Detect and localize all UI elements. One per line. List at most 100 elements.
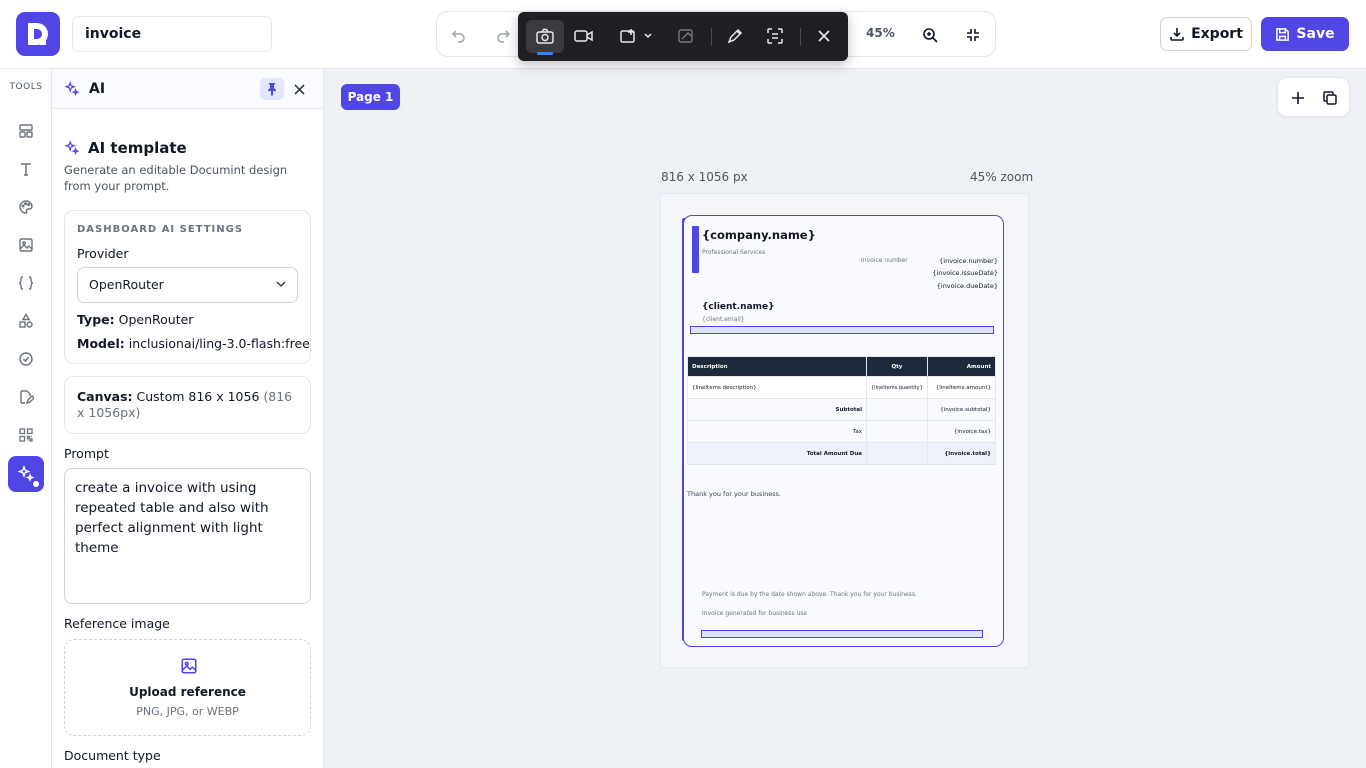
pin-panel-button[interactable] xyxy=(260,78,284,100)
panel-header: AI xyxy=(52,69,323,109)
table-header: Description xyxy=(687,356,867,377)
invoice-issue-date[interactable]: {invoice.issueDate} xyxy=(932,269,998,277)
tools-rail: TOOLS xyxy=(0,69,52,768)
ai-panel: AI AI template Generate an editable Docu… xyxy=(52,69,324,768)
panel-title: AI xyxy=(89,81,106,97)
table-row: Total Amount Due {invoice.total} xyxy=(687,442,997,465)
canvas-area: Page 1 816 x 1056 px 45% zoom {company.n… xyxy=(324,69,1366,768)
duplicate-page-icon[interactable] xyxy=(1322,90,1338,106)
template-sparkles-icon xyxy=(64,140,80,156)
zoom-level[interactable]: 45% xyxy=(866,26,895,40)
client-email[interactable]: {client.email} xyxy=(702,316,745,323)
download-icon xyxy=(1170,28,1184,41)
generated-note[interactable]: Invoice generated for business use xyxy=(702,610,807,617)
type-label: Type: xyxy=(77,312,115,327)
model-value: inclusionai/ling-3.0-flash:free xyxy=(128,336,310,351)
invoice-due-date[interactable]: {invoice.dueDate} xyxy=(937,282,998,290)
chevron-down-icon xyxy=(276,281,286,288)
tax-value: {invoice.tax} xyxy=(926,420,997,443)
subtotal-label: Subtotal xyxy=(687,398,867,421)
region-select-icon[interactable] xyxy=(618,24,654,48)
close-panel-button[interactable] xyxy=(290,80,308,98)
provider-value: OpenRouter xyxy=(89,277,164,292)
total-value: {invoice.total} xyxy=(926,442,997,465)
provider-select[interactable]: OpenRouter xyxy=(77,267,298,303)
video-record-icon[interactable] xyxy=(571,24,595,48)
close-icon xyxy=(293,83,305,95)
pen-icon[interactable] xyxy=(723,24,747,48)
undo-icon[interactable] xyxy=(449,25,469,45)
redo-icon[interactable] xyxy=(493,25,513,45)
shapes-icon[interactable] xyxy=(16,311,36,331)
total-label: Total Amount Due xyxy=(687,442,867,465)
canvas-label: Canvas: xyxy=(77,389,133,404)
table-cell: {lineItems.amount} xyxy=(926,376,997,399)
top-bar: invoice 45% Export Save xyxy=(0,0,1366,69)
document-page[interactable]: {company.name} Professional Services Inv… xyxy=(661,194,1028,667)
image-icon[interactable] xyxy=(16,235,36,255)
section-title: AI template xyxy=(88,139,187,157)
document-edit-icon[interactable] xyxy=(16,387,36,407)
footer-bar[interactable] xyxy=(701,630,983,638)
canvas-size-text: 816 x 1056 px xyxy=(661,170,748,184)
model-label: Model: xyxy=(77,336,125,351)
page-badge[interactable]: Page 1 xyxy=(341,84,400,110)
sparkles-icon xyxy=(17,465,35,482)
pin-icon xyxy=(268,83,276,96)
layout-icon[interactable] xyxy=(16,121,36,141)
table-row: {lineItems.description} {lineItems.quant… xyxy=(687,376,997,399)
app-logo[interactable] xyxy=(16,12,60,56)
table-header: Amount xyxy=(926,356,997,377)
client-name[interactable]: {client.name} xyxy=(702,302,775,312)
ai-sparkles-icon xyxy=(64,81,80,97)
canvas-zoom-text: 45% zoom xyxy=(970,170,1034,184)
payment-terms-note[interactable]: Payment is due by the date shown above. … xyxy=(702,590,930,599)
fit-screen-icon[interactable] xyxy=(963,25,983,45)
capture-toolbar xyxy=(518,12,848,61)
palette-icon[interactable] xyxy=(16,197,36,217)
add-page-icon[interactable] xyxy=(1291,91,1305,105)
qr-code-icon[interactable] xyxy=(16,425,36,445)
save-label: Save xyxy=(1296,26,1335,42)
thank-you-note[interactable]: Thank you for your business. xyxy=(687,490,781,498)
save-button[interactable]: Save xyxy=(1261,17,1349,51)
line-items-table[interactable]: Description Qty Amount {lineItems.descri… xyxy=(687,356,997,465)
check-circle-icon[interactable] xyxy=(16,349,36,369)
subtotal-value: {invoice.subtotal} xyxy=(926,398,997,421)
prompt-label: Prompt xyxy=(64,446,109,461)
zoom-in-icon[interactable] xyxy=(920,25,940,45)
export-button[interactable]: Export xyxy=(1160,17,1252,51)
document-name-input[interactable]: invoice xyxy=(72,16,272,52)
ai-settings-card: DASHBOARD AI SETTINGS Provider OpenRoute… xyxy=(64,210,311,364)
table-cell: {lineItems.description} xyxy=(687,376,867,399)
upload-reference-dropzone[interactable]: Upload reference PNG, JPG, or WEBP xyxy=(64,639,311,736)
upload-image-icon xyxy=(181,658,197,674)
table-cell: {lineItems.quantity} xyxy=(866,376,928,399)
company-tagline[interactable]: Professional Services xyxy=(702,249,765,256)
canvas-value: Custom 816 x 1056 xyxy=(136,389,260,404)
invoice-frame[interactable]: {company.name} Professional Services Inv… xyxy=(683,215,1004,647)
ai-tool-button[interactable] xyxy=(8,456,44,492)
header-accent-bar xyxy=(692,226,699,273)
reference-image-label: Reference image xyxy=(64,616,170,631)
close-capture-icon[interactable] xyxy=(812,24,836,48)
company-name[interactable]: {company.name} xyxy=(702,228,816,242)
edit-image-icon[interactable] xyxy=(674,24,698,48)
prompt-textarea[interactable]: create a invoice with using repeated tab… xyxy=(64,468,311,604)
table-row: Tax {invoice.tax} xyxy=(687,420,997,443)
text-icon[interactable] xyxy=(16,159,36,179)
screenshot-camera-icon[interactable] xyxy=(533,24,557,48)
scan-text-icon[interactable] xyxy=(763,24,787,48)
client-divider-bar[interactable] xyxy=(690,326,994,334)
canvas-info-card: Canvas: Custom 816 x 1056 (816 x 1056px) xyxy=(64,376,311,434)
invoice-number[interactable]: {invoice.number} xyxy=(939,257,998,265)
table-header: Qty xyxy=(866,356,928,377)
page-actions xyxy=(1277,77,1350,117)
type-value: OpenRouter xyxy=(118,312,194,327)
provider-label: Provider xyxy=(77,246,129,261)
upload-hint: PNG, JPG, or WEBP xyxy=(136,705,239,718)
invoice-number-label[interactable]: Invoice number xyxy=(861,257,908,264)
table-row: Subtotal {invoice.subtotal} xyxy=(687,398,997,421)
tax-label: Tax xyxy=(687,420,867,443)
variables-braces-icon[interactable] xyxy=(16,273,36,293)
